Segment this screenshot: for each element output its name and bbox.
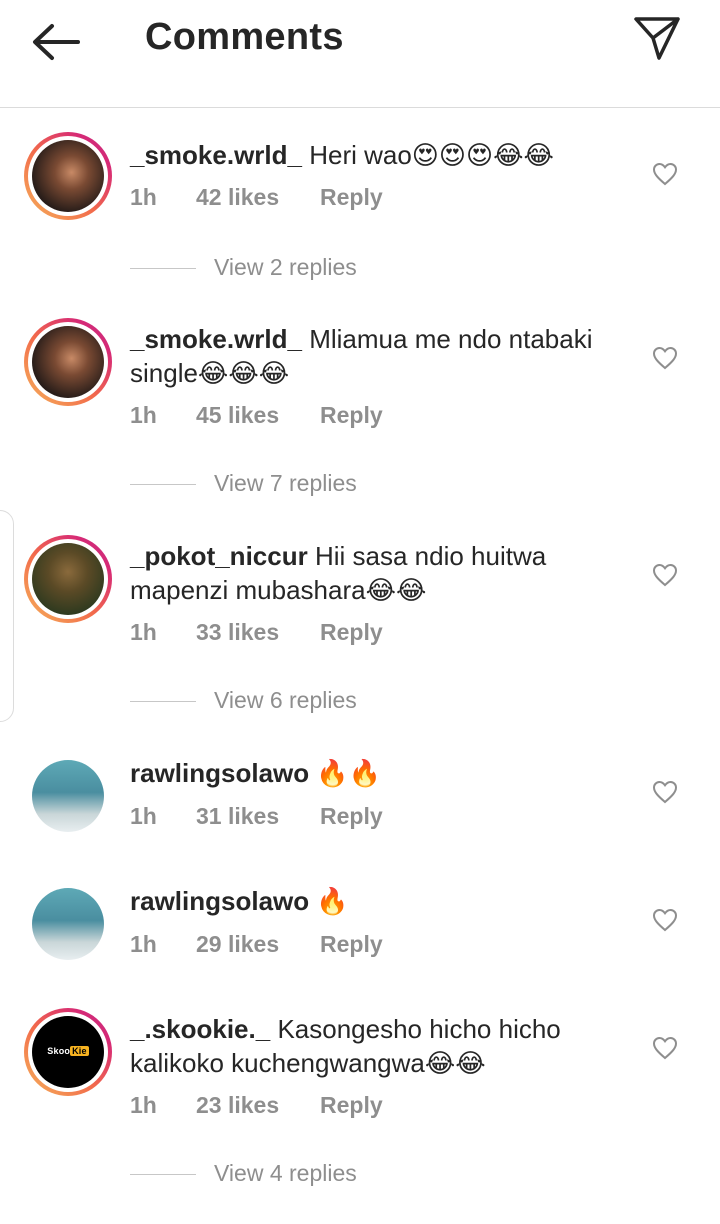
comment-likes[interactable]: 33 likes (196, 619, 320, 646)
view-replies-label: View 6 replies (214, 687, 357, 713)
heart-icon[interactable] (652, 162, 678, 186)
comment-time: 1h (130, 184, 157, 210)
view-replies-button[interactable]: View 2 replies (130, 254, 357, 281)
reply-button[interactable]: Reply (320, 619, 383, 646)
comment-username[interactable]: _pokot_niccur (130, 541, 308, 571)
reply-button[interactable]: Reply (320, 184, 383, 211)
avatar[interactable] (24, 132, 112, 220)
avatar[interactable] (32, 760, 104, 832)
comment-likes[interactable]: 23 likes (196, 1092, 320, 1119)
heart-icon[interactable] (652, 908, 678, 932)
comment-body: 🔥 (316, 886, 349, 916)
avatar[interactable]: Skoo Kie (24, 1008, 112, 1096)
comment-time: 1h (130, 931, 157, 957)
reply-button[interactable]: Reply (320, 402, 383, 429)
comment-time: 1h (130, 803, 157, 829)
comment-text: _pokot_niccur Hii sasa ndio huitwa mapen… (130, 539, 630, 607)
send-icon (634, 17, 680, 60)
comment-meta: 1h 31 likes Reply (130, 803, 383, 830)
avatar[interactable] (24, 535, 112, 623)
comment-text: rawlingsolawo 🔥 (130, 884, 630, 918)
page-title: Comments (145, 16, 344, 58)
comment-meta: 1h 33 likes Reply (130, 619, 383, 646)
view-replies-label: View 4 replies (214, 1160, 357, 1186)
comment-text: _.skookie._ Kasongesho hicho hicho kalik… (130, 1012, 630, 1080)
heart-icon[interactable] (652, 1036, 678, 1060)
heart-icon[interactable] (652, 780, 678, 804)
comment-text: rawlingsolawo 🔥🔥 (130, 756, 630, 790)
heart-icon[interactable] (652, 346, 678, 370)
reply-button[interactable]: Reply (320, 1092, 383, 1119)
comment-username[interactable]: _smoke.wrld_ (130, 140, 302, 170)
share-button[interactable] (632, 14, 682, 64)
comment-body: Heri wao😍😍😍😂😂 (309, 140, 554, 170)
comment-username[interactable]: rawlingsolawo (130, 758, 309, 788)
skookie-logo: Skoo Kie (32, 1016, 104, 1088)
replies-divider (130, 484, 196, 486)
comment-meta: 1h 45 likes Reply (130, 402, 383, 429)
comment-meta: 1h 23 likes Reply (130, 1092, 383, 1119)
comment-likes[interactable]: 29 likes (196, 931, 320, 958)
comment-time: 1h (130, 402, 157, 428)
heart-icon[interactable] (652, 563, 678, 587)
comment-username[interactable]: _.skookie._ (130, 1014, 270, 1044)
comment-body: 🔥🔥 (316, 758, 382, 788)
comment-likes[interactable]: 31 likes (196, 803, 320, 830)
view-replies-label: View 2 replies (214, 254, 357, 280)
reply-button[interactable]: Reply (320, 803, 383, 830)
comment-meta: 1h 29 likes Reply (130, 931, 383, 958)
view-replies-button[interactable]: View 4 replies (130, 1160, 357, 1187)
replies-divider (130, 268, 196, 270)
comment-time: 1h (130, 1092, 157, 1118)
side-panel-edge (0, 510, 14, 722)
replies-divider (130, 701, 196, 703)
comment-text: _smoke.wrld_ Mliamua me ndo ntabaki sing… (130, 322, 630, 390)
view-replies-button[interactable]: View 6 replies (130, 687, 357, 714)
comment-username[interactable]: rawlingsolawo (130, 886, 309, 916)
view-replies-label: View 7 replies (214, 470, 357, 496)
arrow-left-icon (33, 24, 80, 60)
replies-divider (130, 1174, 196, 1176)
comment-time: 1h (130, 619, 157, 645)
comment-likes[interactable]: 45 likes (196, 402, 320, 429)
header-bar: Comments (0, 0, 720, 108)
avatar-logo-text: Skoo Kie (47, 1046, 89, 1056)
comment-username[interactable]: _smoke.wrld_ (130, 324, 302, 354)
view-replies-button[interactable]: View 7 replies (130, 470, 357, 497)
reply-button[interactable]: Reply (320, 931, 383, 958)
avatar[interactable] (32, 888, 104, 960)
comment-likes[interactable]: 42 likes (196, 184, 320, 211)
comment-text: _smoke.wrld_ Heri wao😍😍😍😂😂 (130, 138, 630, 172)
comment-meta: 1h 42 likes Reply (130, 184, 383, 211)
avatar[interactable] (24, 318, 112, 406)
back-button[interactable] (30, 22, 82, 62)
